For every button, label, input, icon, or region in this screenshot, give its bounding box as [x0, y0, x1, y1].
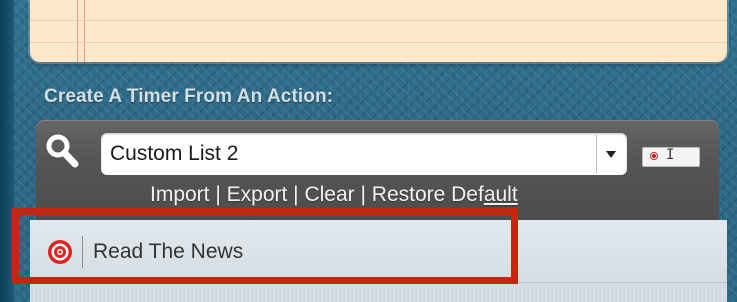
- restore-default-text-underlined: ault: [483, 183, 518, 206]
- section-title: Create A Timer From An Action:: [44, 86, 334, 107]
- clear-link[interactable]: Clear: [304, 183, 354, 206]
- left-edge-strip: [0, 0, 14, 302]
- ruled-line: [30, 20, 727, 21]
- action-label: Read The News: [93, 240, 244, 263]
- margin-line: [77, 0, 78, 62]
- action-preview-chip[interactable]: I: [642, 147, 700, 167]
- notes-area[interactable]: [30, 0, 727, 62]
- restore-default-text: Restore Def: [371, 183, 484, 206]
- import-link[interactable]: Import: [150, 183, 210, 206]
- restore-default-link[interactable]: Restore Default: [372, 183, 518, 206]
- row-divider: [82, 236, 83, 268]
- text-cursor-icon: I: [666, 147, 675, 163]
- export-link[interactable]: Export: [227, 183, 288, 206]
- link-separator: |: [287, 183, 305, 206]
- link-separator: |: [209, 183, 227, 206]
- margin-line: [84, 0, 85, 62]
- target-icon: [650, 152, 658, 160]
- action-list-select-value: Custom List 2: [110, 142, 239, 165]
- action-list-select[interactable]: Custom List 2: [101, 133, 627, 175]
- ruled-line: [30, 42, 727, 43]
- link-separator: |: [354, 183, 372, 206]
- target-icon: [48, 240, 72, 264]
- list-actions-links: Import | Export | Clear | Restore Defaul…: [150, 183, 518, 207]
- select-divider: [596, 135, 597, 173]
- chevron-down-icon[interactable]: [606, 151, 616, 158]
- search-icon[interactable]: [44, 133, 80, 169]
